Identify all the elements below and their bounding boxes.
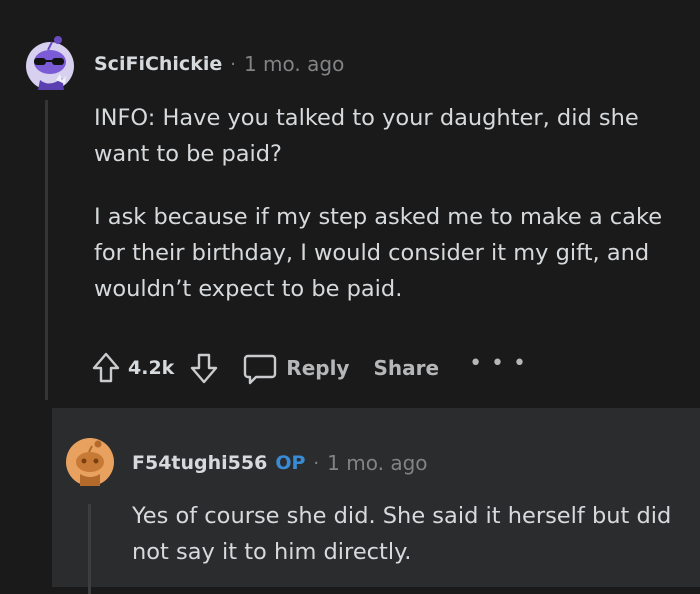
share-button[interactable]: Share bbox=[373, 356, 439, 380]
comment-paragraph: INFO: Have you talked to your daughter, … bbox=[94, 105, 639, 167]
username[interactable]: F54tughi556 bbox=[132, 452, 267, 474]
upvote-button[interactable] bbox=[90, 348, 122, 388]
avatar[interactable] bbox=[62, 434, 118, 490]
timestamp[interactable]: 1 mo. ago bbox=[327, 451, 427, 475]
comment-header: SciFiChickie · 1 mo. ago bbox=[94, 52, 344, 76]
reply-button[interactable] bbox=[242, 348, 278, 388]
reply-body: Yes of course she did. She said it herse… bbox=[132, 498, 692, 570]
comment-actions: 4.2k Reply Share • • • bbox=[90, 348, 527, 388]
separator: · bbox=[230, 53, 236, 75]
thread-line[interactable] bbox=[45, 100, 48, 400]
reply-header: F54tughi556 OP · 1 mo. ago bbox=[132, 451, 428, 475]
reply-label[interactable]: Reply bbox=[286, 356, 349, 380]
downvote-button[interactable] bbox=[188, 348, 220, 388]
separator: · bbox=[313, 452, 320, 474]
comment: SciFiChickie · 1 mo. ago INFO: Have you … bbox=[0, 0, 700, 408]
arrow-up-icon bbox=[92, 352, 120, 383]
comment-body: INFO: Have you talked to your daughter, … bbox=[94, 100, 674, 334]
op-badge: OP bbox=[275, 452, 306, 474]
snoo-avatar-purple bbox=[26, 36, 74, 90]
reply-text: Yes of course she did. She said it herse… bbox=[132, 503, 672, 565]
comment-icon bbox=[244, 354, 277, 385]
reply-comment: F54tughi556 OP · 1 mo. ago Yes of course… bbox=[52, 408, 700, 594]
more-icon[interactable]: • • • bbox=[469, 351, 527, 376]
timestamp[interactable]: 1 mo. ago bbox=[244, 52, 344, 76]
vote-count: 4.2k bbox=[128, 357, 175, 379]
avatar[interactable] bbox=[22, 34, 78, 92]
arrow-down-icon bbox=[191, 353, 218, 384]
username[interactable]: SciFiChickie bbox=[94, 53, 222, 75]
comment-paragraph: I ask because if my step asked me to mak… bbox=[94, 204, 663, 302]
thread-line[interactable] bbox=[88, 504, 91, 594]
snoo-avatar-orange bbox=[66, 438, 114, 486]
